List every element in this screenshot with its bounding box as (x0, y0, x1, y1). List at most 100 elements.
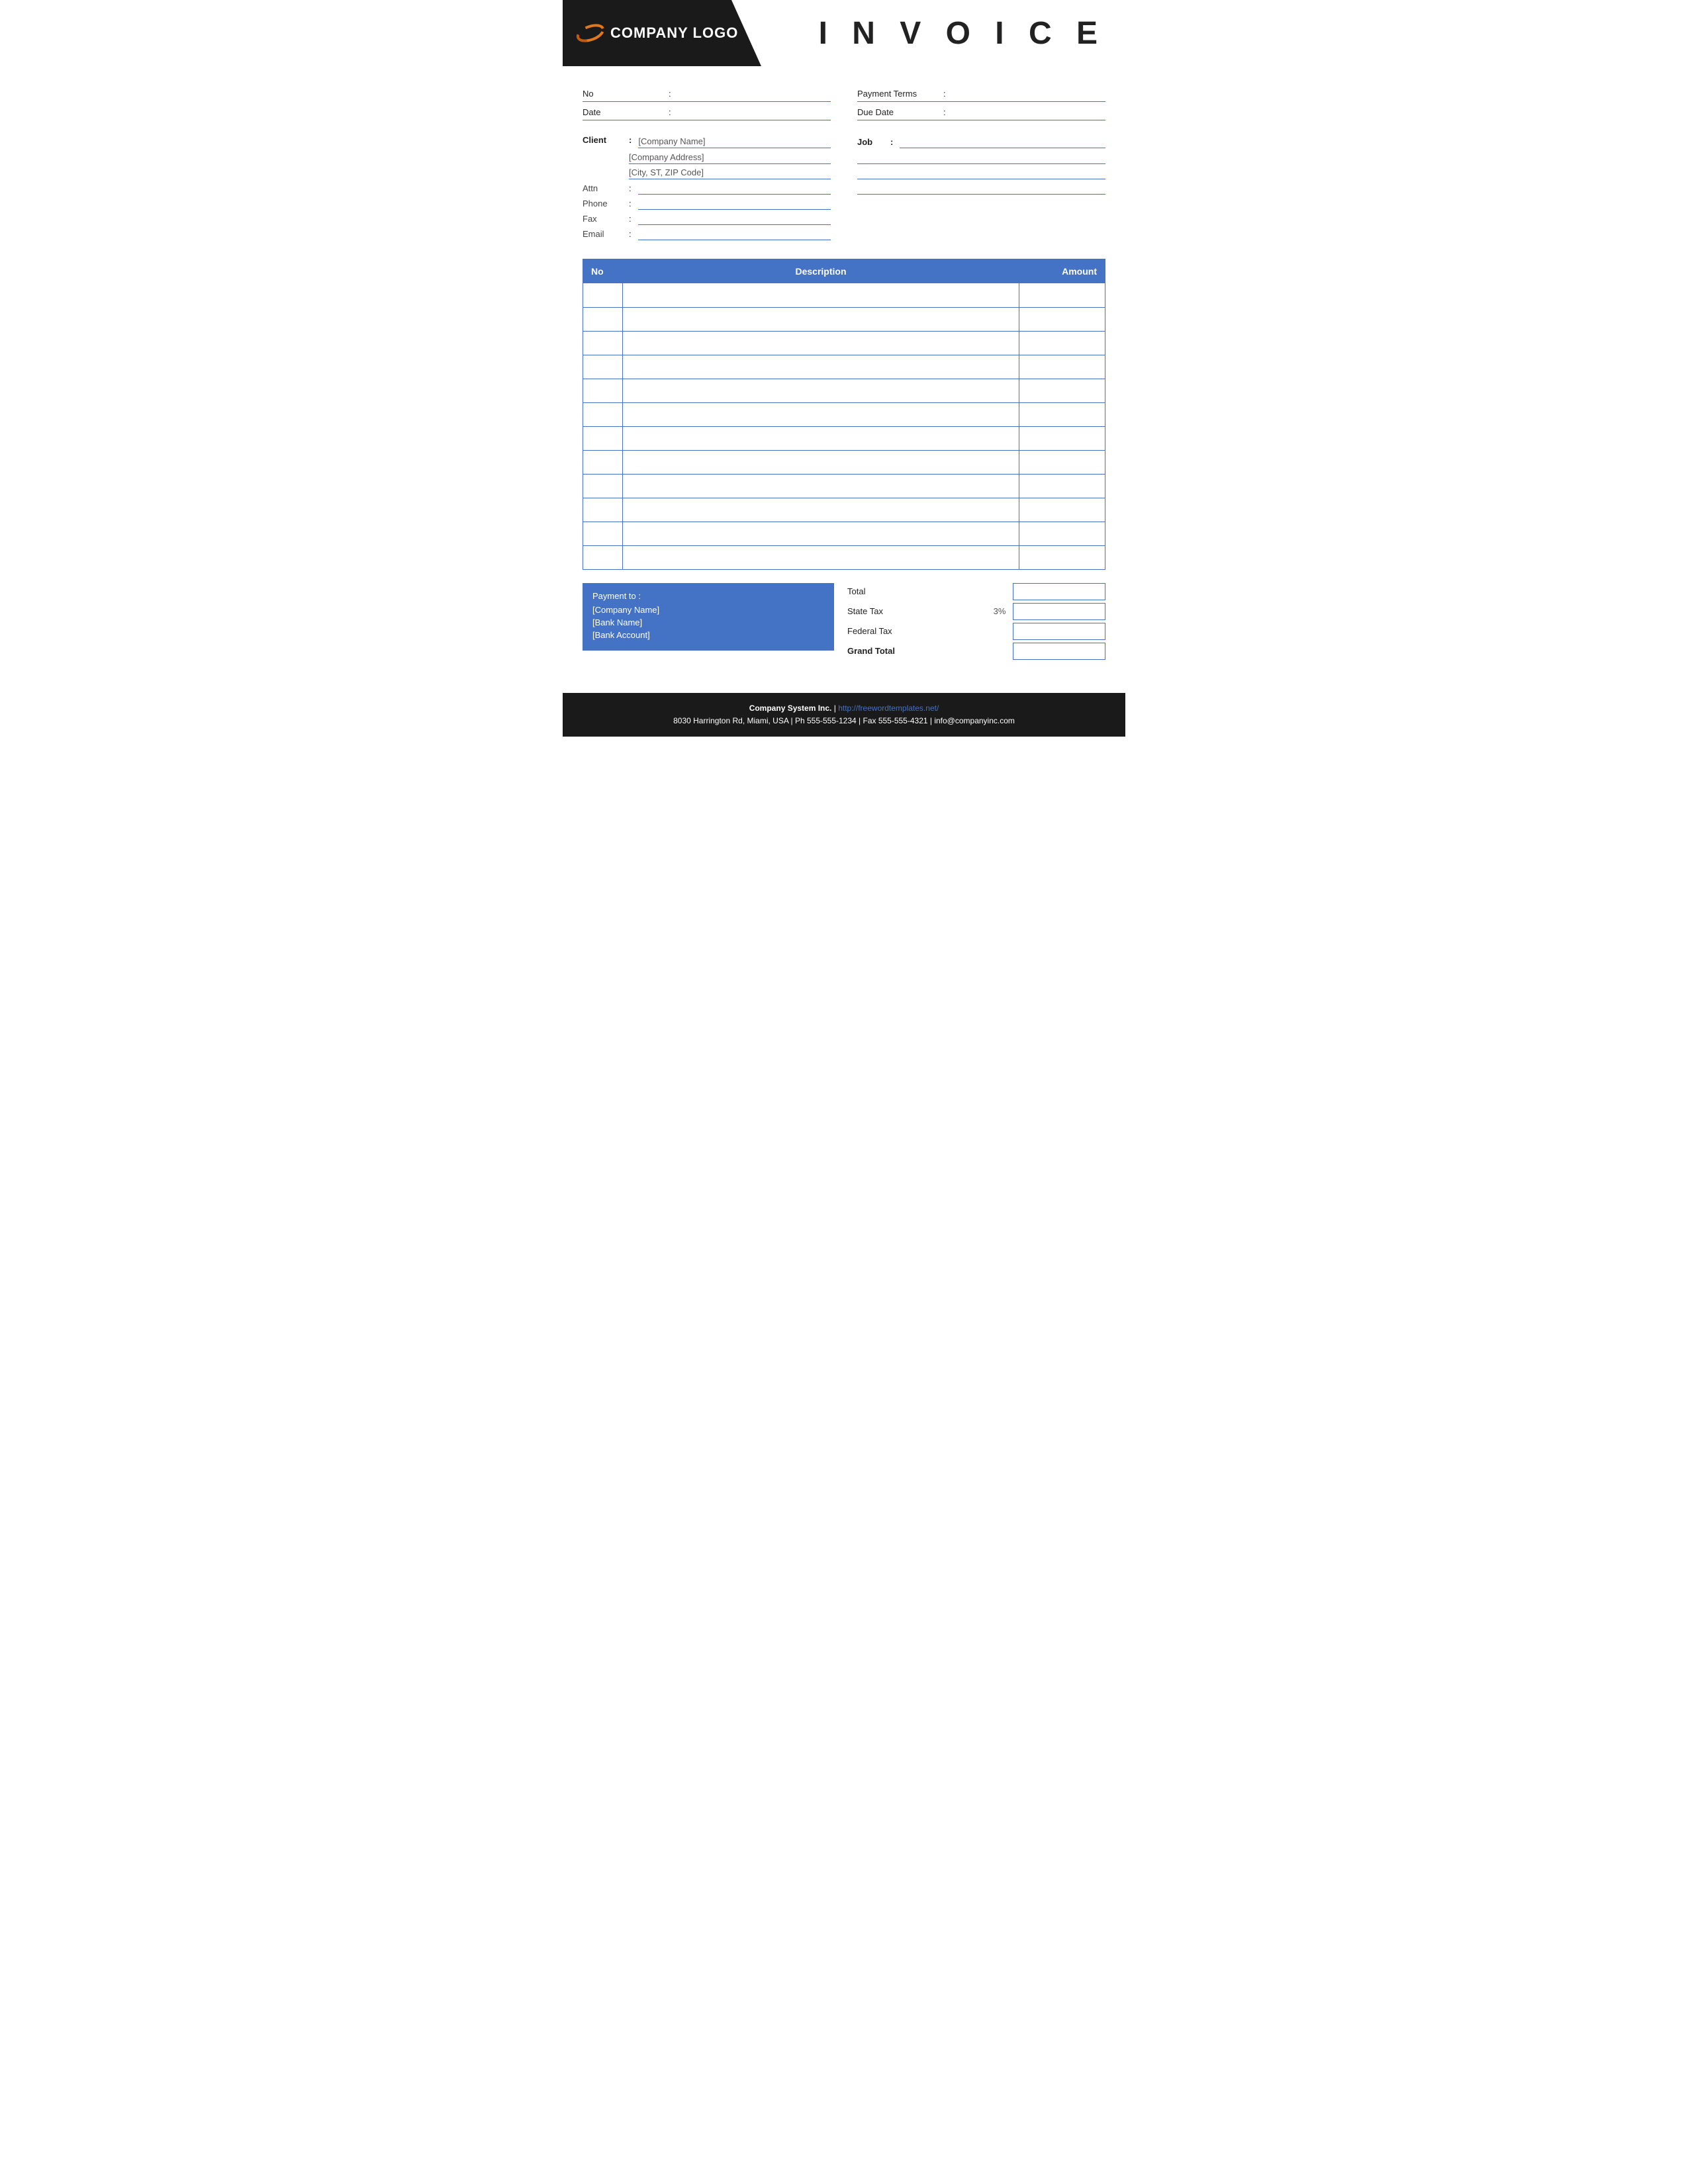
table-row (583, 545, 1105, 569)
col-description-header: Description (623, 259, 1019, 284)
footer-url[interactable]: http://freewordtemplates.net/ (838, 704, 939, 713)
row-no-2[interactable] (583, 307, 623, 331)
table-row (583, 426, 1105, 450)
row-amount-1[interactable] (1019, 283, 1105, 307)
client-company-name[interactable]: [Company Name] (638, 135, 831, 148)
bottom-section: Payment to : [Company Name] [Bank Name] … (563, 583, 1125, 660)
row-no-11[interactable] (583, 522, 623, 545)
date-colon: : (669, 107, 671, 117)
invoice-title-section: I N V O I C E (761, 0, 1125, 66)
row-desc-3[interactable] (623, 331, 1019, 355)
row-amount-8[interactable] (1019, 450, 1105, 474)
logo-text-group: COMPANY LOGO (576, 23, 738, 44)
row-no-5[interactable] (583, 379, 623, 402)
row-no-4[interactable] (583, 355, 623, 379)
footer-company: Company System Inc. (749, 704, 832, 713)
row-no-3[interactable] (583, 331, 623, 355)
job-field-4[interactable] (857, 181, 1105, 195)
row-amount-6[interactable] (1019, 402, 1105, 426)
state-tax-row: State Tax 3% (847, 603, 1105, 620)
info-section: No : Payment Terms : Date : Due Date : (563, 86, 1125, 122)
col-no-header: No (583, 259, 623, 284)
table-section: No Description Amount (563, 259, 1125, 570)
row-desc-7[interactable] (623, 426, 1019, 450)
client-city[interactable]: [City, ST, ZIP Code] (629, 166, 831, 179)
due-date-label: Due Date (857, 107, 943, 117)
state-tax-label: State Tax (847, 606, 986, 616)
client-address[interactable]: [Company Address] (629, 151, 831, 164)
grand-total-value-field[interactable] (1013, 643, 1105, 660)
job-field-2[interactable] (857, 151, 1105, 164)
due-date-colon: : (943, 107, 946, 117)
table-row (583, 450, 1105, 474)
footer-line-1: Company System Inc. | http://freewordtem… (576, 702, 1112, 715)
row-amount-12[interactable] (1019, 545, 1105, 569)
client-phone-value[interactable] (638, 197, 831, 210)
job-field-1[interactable] (900, 135, 1105, 148)
row-amount-7[interactable] (1019, 426, 1105, 450)
client-attn-label: Attn (583, 183, 629, 193)
job-section: Job : (857, 135, 1105, 242)
row-amount-10[interactable] (1019, 498, 1105, 522)
payment-to-label: Payment to : (592, 591, 824, 601)
federal-tax-label: Federal Tax (847, 626, 986, 636)
client-phone-colon: : (629, 199, 632, 208)
row-amount-11[interactable] (1019, 522, 1105, 545)
table-body (583, 283, 1105, 569)
row-amount-4[interactable] (1019, 355, 1105, 379)
row-no-12[interactable] (583, 545, 623, 569)
row-desc-5[interactable] (623, 379, 1019, 402)
row-desc-2[interactable] (623, 307, 1019, 331)
row-amount-9[interactable] (1019, 474, 1105, 498)
row-amount-5[interactable] (1019, 379, 1105, 402)
row-desc-6[interactable] (623, 402, 1019, 426)
table-row (583, 522, 1105, 545)
row-no-1[interactable] (583, 283, 623, 307)
client-address-row: [Company Address] (583, 151, 831, 164)
due-date-row: Due Date : (857, 105, 1105, 120)
row-desc-4[interactable] (623, 355, 1019, 379)
no-label: No (583, 89, 669, 99)
info-grid: No : Payment Terms : Date : Due Date : (583, 86, 1105, 122)
row-desc-11[interactable] (623, 522, 1019, 545)
payment-bank-account[interactable]: [Bank Account] (592, 630, 824, 640)
state-tax-value-field[interactable] (1013, 603, 1105, 620)
grand-total-row: Grand Total (847, 643, 1105, 660)
client-name-row: Client : [Company Name] (583, 135, 831, 148)
client-email-row: Email : (583, 227, 831, 240)
row-amount-3[interactable] (1019, 331, 1105, 355)
client-section: Client : [Company Name] [Company Address… (583, 135, 831, 242)
client-fax-row: Fax : (583, 212, 831, 225)
date-label: Date (583, 107, 669, 117)
row-no-7[interactable] (583, 426, 623, 450)
client-colon: : (629, 135, 632, 145)
logo-icon (576, 23, 605, 44)
row-desc-9[interactable] (623, 474, 1019, 498)
row-no-9[interactable] (583, 474, 623, 498)
row-no-8[interactable] (583, 450, 623, 474)
row-amount-2[interactable] (1019, 307, 1105, 331)
row-desc-8[interactable] (623, 450, 1019, 474)
total-value-field[interactable] (1013, 583, 1105, 600)
job-field-3[interactable] (857, 166, 1105, 179)
payment-box: Payment to : [Company Name] [Bank Name] … (583, 583, 834, 651)
client-fax-value[interactable] (638, 212, 831, 225)
job-colon: : (890, 137, 893, 147)
total-label: Total (847, 586, 986, 596)
row-desc-10[interactable] (623, 498, 1019, 522)
client-label: Client (583, 135, 629, 145)
row-no-10[interactable] (583, 498, 623, 522)
federal-tax-value-field[interactable] (1013, 623, 1105, 640)
payment-bank-name[interactable]: [Bank Name] (592, 617, 824, 627)
row-desc-12[interactable] (623, 545, 1019, 569)
total-row: Total (847, 583, 1105, 600)
client-attn-value[interactable] (638, 181, 831, 195)
state-tax-percent: 3% (986, 606, 1013, 616)
date-row: Date : (583, 105, 831, 120)
table-row (583, 379, 1105, 402)
row-no-6[interactable] (583, 402, 623, 426)
client-email-value[interactable] (638, 227, 831, 240)
no-row: No : (583, 86, 831, 102)
row-desc-1[interactable] (623, 283, 1019, 307)
payment-company-name[interactable]: [Company Name] (592, 605, 824, 615)
